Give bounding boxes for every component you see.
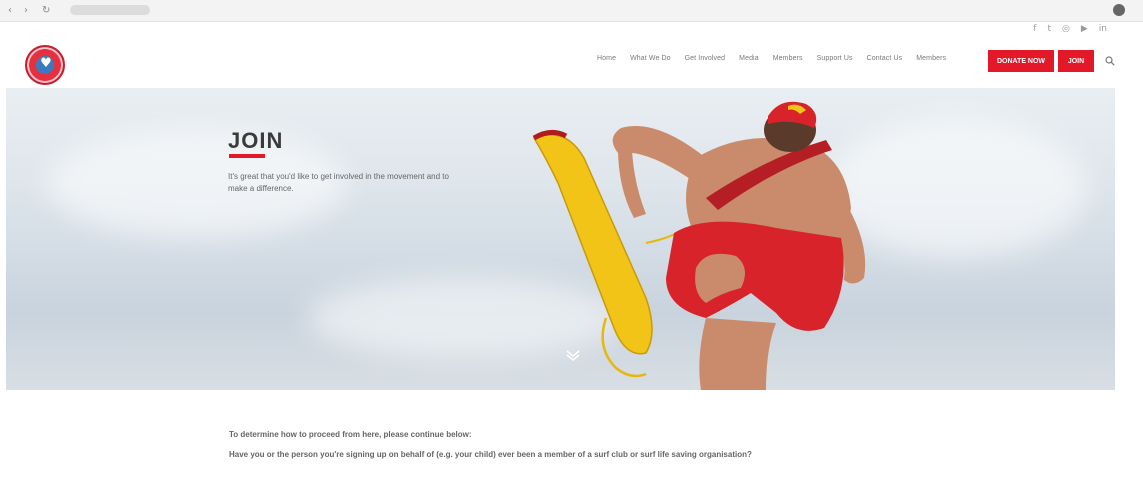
search-icon[interactable] — [1105, 56, 1115, 66]
nav-contact-us[interactable]: Contact Us — [867, 55, 903, 62]
forward-icon[interactable]: › — [24, 5, 28, 16]
main-navigation: Home What We Do Get Involved Media Membe… — [597, 55, 946, 62]
title-underline — [229, 154, 265, 158]
join-content: To determine how to proceed from here, p… — [229, 430, 949, 460]
hero-banner: JOIN It's great that you'd like to get i… — [6, 88, 1115, 390]
chevron-down-icon[interactable] — [564, 346, 582, 364]
join-button[interactable]: JOIN — [1058, 50, 1094, 72]
nav-members[interactable]: Members — [773, 55, 803, 62]
reload-icon[interactable]: ↻ — [42, 5, 50, 16]
donate-now-button[interactable]: DONATE NOW — [988, 50, 1054, 72]
nav-what-we-do[interactable]: What We Do — [630, 55, 671, 62]
address-bar[interactable] — [70, 5, 150, 15]
nav-members-login[interactable]: Members — [916, 55, 946, 62]
back-icon[interactable]: ‹ — [8, 5, 12, 16]
linkedin-icon[interactable]: in — [1099, 24, 1107, 34]
intro-text: To determine how to proceed from here, p… — [229, 430, 472, 439]
social-links: f t ◎ ▶ in — [1033, 24, 1107, 34]
hero-title: JOIN — [228, 128, 284, 153]
nav-media[interactable]: Media — [739, 55, 759, 62]
heart-icon: ♥ — [40, 56, 52, 71]
nav-home[interactable]: Home — [597, 55, 616, 62]
profile-icon[interactable] — [1113, 4, 1125, 16]
twitter-icon[interactable]: t — [1047, 24, 1051, 34]
membership-question: Have you or the person you're signing up… — [229, 450, 752, 459]
facebook-icon[interactable]: f — [1033, 24, 1036, 34]
hero-description: It's great that you'd like to get involv… — [228, 172, 449, 193]
site-header: ♥ Home What We Do Get Involved Media Mem… — [0, 38, 1143, 88]
youtube-icon[interactable]: ▶ — [1081, 24, 1088, 34]
nav-get-involved[interactable]: Get Involved — [685, 55, 726, 62]
nav-support-us[interactable]: Support Us — [817, 55, 853, 62]
lifeguard-photo — [532, 101, 866, 390]
browser-toolbar: ‹ › ↻ — [0, 0, 1143, 22]
site-logo[interactable]: ♥ — [25, 45, 65, 85]
instagram-icon[interactable]: ◎ — [1062, 24, 1070, 34]
